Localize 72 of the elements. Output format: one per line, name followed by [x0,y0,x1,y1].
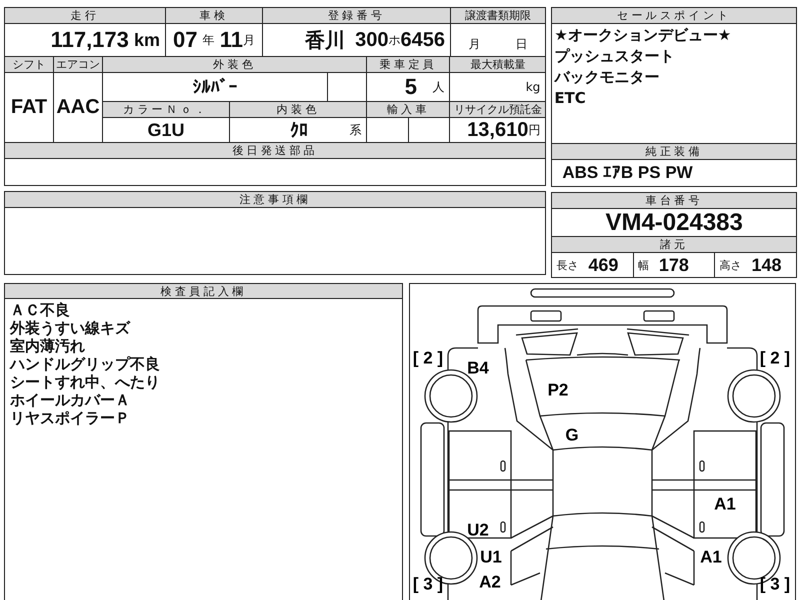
field-label: 諸元 [552,237,796,252]
field-label: 注意事項欄 [5,192,546,207]
damage-code: G [565,426,579,444]
unit-label: km [134,30,160,50]
inspector-note-text: ホイールカバーＡ [10,391,131,409]
interior-color-value: ｸﾛ [290,120,308,140]
shift-value: FAT [5,73,53,142]
field-label: 譲渡書類期限 [451,8,546,23]
damage-code: [ 2 ] [760,348,790,368]
unit-label: kg [526,80,540,94]
inspector-note-text: 室内薄汚れ [10,337,86,355]
plate-kana: ホ [388,32,400,48]
unit-label: 月 [468,36,481,52]
damage-code: U1 [480,548,502,566]
plate-serial: 6456 [400,28,445,52]
inspector-note-text: ＡＣ不良 [10,301,71,319]
unit-label: 年 [202,32,215,48]
field-label: セールスポイント [552,8,796,23]
spec-value: 469 [588,254,618,276]
unit-label: 系 [349,122,362,138]
unit-label: 日 [516,36,528,52]
inspector-note-text: リヤスポイラーＰ [10,409,131,427]
field-label: リサイクル預託金 [450,102,546,117]
aircon-value: AAC [54,73,102,142]
field-label: 内装色 [230,102,366,117]
region-value: 香川 [304,28,345,54]
inspector-note-text: 外装うすい線キズ [10,319,132,337]
year-value: 07 [173,27,198,53]
sales-point-text: バックモニター [554,68,660,86]
unit-label: 円 [528,122,540,138]
equipment-value: ABS ｴｱB PS PW [552,160,796,186]
field-label: 車台番号 [552,193,796,208]
field-label: 車検 [166,8,262,23]
field-label: 輸入車 [367,102,450,117]
unit-label: 人 [432,78,444,96]
inspector-note-text: ハンドルグリップ不良 [10,355,161,373]
damage-code: [ 2 ] [412,348,444,368]
sales-point-text: プッシュスタート [554,47,676,65]
spec-label: 高さ [719,258,742,272]
sales-point-text: ETC [554,89,587,107]
field-label: 最大積載量 [450,57,546,72]
field-label: カラーＮｏ． [103,102,229,117]
recycle-fee-value: 13,610 [467,118,528,142]
field-label: エアコン [54,57,102,72]
chassis-number-value: VM4-024383 [552,209,796,236]
sales-point-text: ★オークションデビュー★ [554,26,732,44]
color-code-value: G1U [103,118,229,142]
color-value: ｼﾙﾊﾞｰ [103,73,328,101]
capacity-value: 5 [404,74,418,100]
damage-code: A1 [700,548,722,566]
damage-code: P2 [548,380,568,400]
field-label: 登録番号 [263,8,450,23]
spec-value: 178 [658,254,689,276]
field-label: 純正装備 [552,144,796,159]
field-label: 外装色 [103,57,366,72]
field-label: 乗車定員 [367,57,450,72]
month-value: 11 [220,27,243,53]
unit-label: 月 [242,32,255,48]
spec-label: 長さ [556,258,578,272]
field-label: シフト [5,57,53,72]
damage-code: U2 [467,520,489,540]
damage-code: A2 [479,572,501,592]
damage-code: A1 [714,494,736,514]
inspector-note-text: シートすれ中、へたり [10,373,161,391]
field-label: 検査員記入欄 [5,284,402,299]
damage-code: B4 [467,358,489,378]
plate-class: 300 [355,28,388,52]
mileage-value: 117,173 [50,27,129,53]
spec-label: 幅 [638,258,649,272]
spec-value: 148 [751,254,782,276]
field-label: 後日発送部品 [5,143,546,158]
field-label: 走行 [5,8,165,23]
